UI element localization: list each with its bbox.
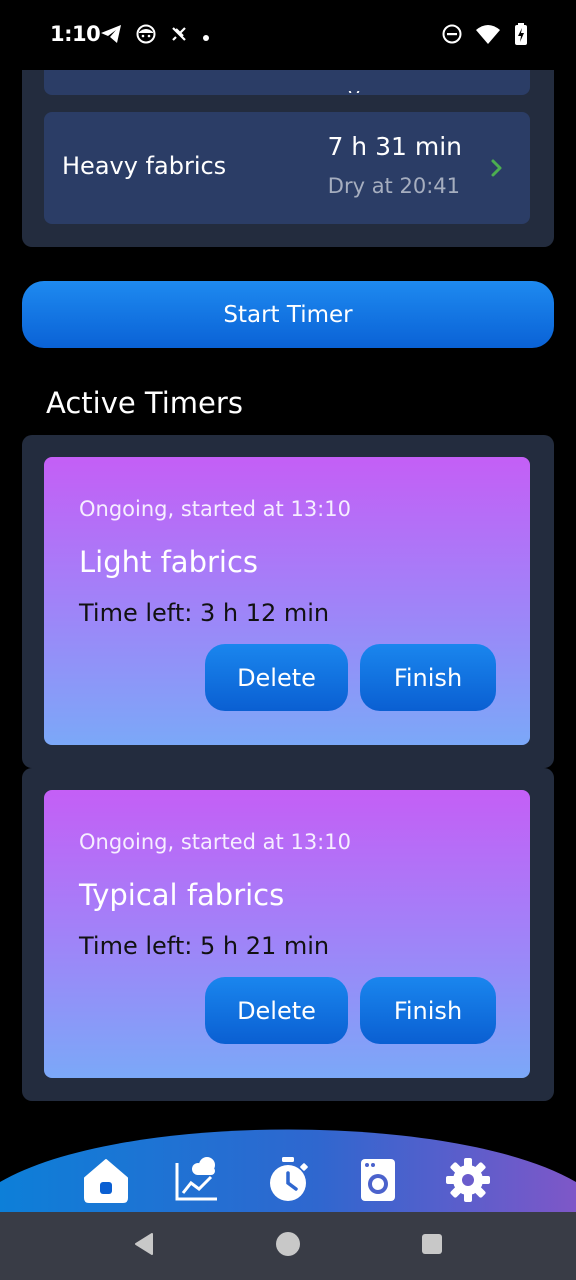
finish-button[interactable]: Finish [360, 977, 496, 1044]
chevron-right-icon [491, 159, 502, 177]
delete-button[interactable]: Delete [205, 644, 348, 711]
nav-home[interactable] [80, 1156, 132, 1208]
timer-card-container: Ongoing, started at 13:10 Light fabrics … [22, 435, 554, 768]
system-navigation-bar [0, 1212, 576, 1280]
delete-button[interactable]: Delete [205, 977, 348, 1044]
timer-name: Light fabrics [79, 545, 259, 579]
timer-card: Ongoing, started at 13:10 Typical fabric… [44, 790, 530, 1078]
status-time: 1:10 [50, 22, 101, 46]
weather-chart-icon [171, 1155, 221, 1209]
app-face-icon [136, 24, 156, 48]
dot-icon [202, 27, 210, 46]
back-triangle-icon [132, 1232, 156, 1260]
recents-button[interactable] [418, 1232, 446, 1260]
stopwatch-icon [263, 1155, 313, 1209]
active-timers-title: Active Timers [46, 386, 243, 420]
timer-time-left: Time left: 5 h 21 min [79, 932, 330, 960]
home-circle-icon [275, 1231, 301, 1261]
timer-card: Ongoing, started at 13:10 Light fabrics … [44, 457, 530, 745]
timer-status: Ongoing, started at 13:10 [79, 830, 351, 854]
program-duration: 7 h 31 min [327, 132, 462, 161]
program-dry-time: Dry at 20:41 [327, 174, 460, 198]
settings-icon [444, 1156, 492, 1208]
nav-timer[interactable] [262, 1156, 314, 1208]
status-bar: 1:10 [0, 0, 576, 70]
back-button[interactable] [130, 1232, 158, 1260]
do-not-disturb-icon [442, 24, 462, 48]
timer-card-container: Ongoing, started at 13:10 Typical fabric… [22, 768, 554, 1101]
nav-settings[interactable] [442, 1156, 494, 1208]
program-list-panel: y Heavy fabrics 7 h 31 min Dry at 20:41 [22, 70, 554, 247]
status-icons-right [428, 23, 528, 49]
battery-charging-icon [514, 23, 528, 49]
program-row[interactable]: y [44, 70, 530, 95]
wifi-icon [476, 24, 500, 48]
program-row-heavy-fabrics[interactable]: Heavy fabrics 7 h 31 min Dry at 20:41 [44, 112, 530, 224]
washing-machine-icon [355, 1155, 401, 1209]
start-timer-button[interactable]: Start Timer [22, 281, 554, 348]
main-content: y Heavy fabrics 7 h 31 min Dry at 20:41 … [0, 70, 576, 1120]
recents-square-icon [420, 1232, 444, 1260]
muted-notifications-icon [170, 25, 188, 47]
bottom-navigation [0, 1120, 576, 1212]
finish-button[interactable]: Finish [360, 644, 496, 711]
program-name: Heavy fabrics [62, 152, 227, 180]
home-button[interactable] [274, 1232, 302, 1260]
program-row-partial-text: y [348, 83, 360, 93]
timer-name: Typical fabrics [79, 878, 285, 912]
nav-weather-stats[interactable] [170, 1156, 222, 1208]
status-icons-left [100, 24, 224, 48]
timer-time-left: Time left: 3 h 12 min [79, 599, 330, 627]
timer-status: Ongoing, started at 13:10 [79, 497, 351, 521]
home-icon [80, 1154, 132, 1210]
telegram-icon [100, 24, 122, 48]
nav-washing-machine[interactable] [352, 1156, 404, 1208]
